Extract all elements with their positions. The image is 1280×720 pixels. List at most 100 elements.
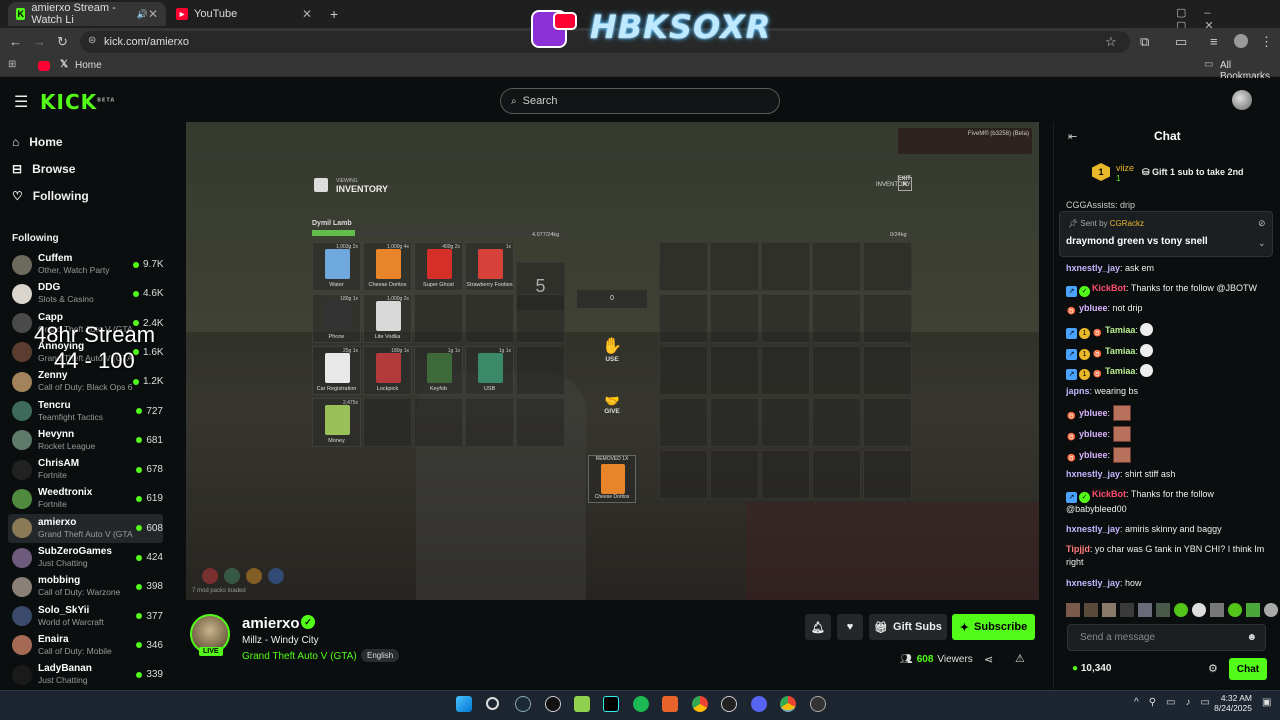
ground-slot[interactable] <box>710 294 759 343</box>
forward-icon[interactable]: → <box>33 34 46 49</box>
chat-username[interactable]: hxnestly_jay <box>1066 469 1120 479</box>
nav-browse[interactable]: ⊟ Browse <box>12 162 75 176</box>
inventory-slot[interactable]: 1,003g 2x Water <box>312 242 361 291</box>
emoji-icon[interactable]: ☻ <box>1246 632 1257 643</box>
ground-slot[interactable] <box>863 346 912 395</box>
empty-slot[interactable] <box>414 294 463 343</box>
emote-icon[interactable] <box>1264 603 1278 617</box>
inventory-slot[interactable]: 1g 1x Keyfob <box>414 346 463 395</box>
tab-youtube[interactable]: ▶ YouTube ✕ <box>168 2 320 26</box>
tiktok-icon[interactable] <box>603 696 619 712</box>
ground-slot[interactable] <box>761 242 810 291</box>
subscribe-button[interactable]: ✦ Subscribe <box>952 614 1035 640</box>
search-input[interactable]: ⌕ Search <box>500 88 780 114</box>
ground-slot[interactable] <box>812 294 861 343</box>
ground-slot[interactable] <box>710 242 759 291</box>
ground-slot[interactable] <box>659 294 708 343</box>
audio-icon[interactable]: 🔊 <box>137 9 148 20</box>
video-player[interactable]: FiveM® (b3258) (Beta) VIEWING INVENTORY … <box>186 122 1039 600</box>
chat-settings-icon[interactable]: ⚙ <box>1208 662 1218 675</box>
sidebar-channel[interactable]: Tencru Teamfight Tactics 727 <box>8 397 163 426</box>
empty-slot[interactable] <box>465 294 514 343</box>
empty-slot[interactable] <box>516 346 565 395</box>
ground-slot[interactable] <box>863 450 912 499</box>
channel-points[interactable]: ● 10,340 <box>1072 663 1111 674</box>
apps-icon[interactable]: ⊞ <box>8 59 16 70</box>
spotify-icon[interactable] <box>633 696 649 712</box>
emote-icon[interactable] <box>1138 603 1152 617</box>
kick-logo[interactable]: KICKBETA <box>40 90 115 114</box>
ground-slot[interactable] <box>710 450 759 499</box>
chat-username[interactable]: hxnestly_jay <box>1066 263 1120 273</box>
chat-username[interactable]: KickBot <box>1092 283 1126 293</box>
emote-icon[interactable] <box>1084 603 1098 617</box>
unpin-icon[interactable]: ⊘ <box>1258 218 1266 229</box>
chat-username[interactable]: KickBot <box>1092 489 1126 499</box>
emote-icon[interactable] <box>1156 603 1170 617</box>
ground-slot[interactable] <box>761 294 810 343</box>
notifications-icon[interactable]: ▣ <box>1262 697 1271 708</box>
chevron-down-icon[interactable]: ⌄ <box>1258 238 1266 249</box>
start-icon[interactable] <box>456 696 472 712</box>
sidebar-channel[interactable]: amierxo Grand Theft Auto V (GTA) 608 <box>8 513 163 543</box>
site-info-icon[interactable]: ⊜ <box>88 35 96 46</box>
app-icon[interactable] <box>574 696 590 712</box>
close-inventory-icon[interactable]: ✕ <box>898 177 912 191</box>
inventory-slot[interactable]: 25g 1x Car Registration <box>312 346 361 395</box>
chat-username[interactable]: Tamiaa <box>1105 366 1135 376</box>
emote-icon[interactable] <box>1192 603 1206 617</box>
tab-kick[interactable]: K amierxo Stream - Watch Li 🔊 ✕ <box>8 2 166 26</box>
inventory-slot[interactable]: 1x Strawberry Footies <box>465 242 514 291</box>
clock[interactable]: 4:32 AM 8/24/2025 <box>1208 693 1252 713</box>
ground-slot[interactable] <box>863 294 912 343</box>
gift-prompt[interactable]: ⛁ Gift 1 sub to take 2nd <box>1142 167 1244 178</box>
emote-icon[interactable] <box>1210 603 1224 617</box>
use-button[interactable]: ✋ USE <box>577 336 647 363</box>
emote-icon[interactable] <box>1228 603 1242 617</box>
chat-username[interactable]: hxnestly_jay <box>1066 524 1120 534</box>
chrome-icon[interactable] <box>692 696 708 712</box>
gift-subs-button[interactable]: 🎁︎ Gift Subs <box>869 614 947 640</box>
inventory-slot[interactable]: 180g 1x Phone <box>312 294 361 343</box>
ground-slot[interactable] <box>812 242 861 291</box>
media-icon[interactable]: ▭ <box>1175 34 1187 50</box>
bookmark-home[interactable]: Home <box>75 60 102 71</box>
empty-slot[interactable] <box>363 398 412 447</box>
ground-slot[interactable] <box>863 398 912 447</box>
emote-icon[interactable] <box>1120 603 1134 617</box>
reload-icon[interactable]: ↻ <box>57 34 68 50</box>
sidebar-channel[interactable]: Enaira Call of Duty: Mobile 346 <box>8 631 163 660</box>
extensions-icon[interactable]: ⧉ <box>1140 34 1149 50</box>
chat-username[interactable]: japns <box>1066 386 1090 396</box>
menu-icon[interactable]: ⋮ <box>1260 34 1273 50</box>
sidebar-channel[interactable]: mobbing Call of Duty: Warzone 398 <box>8 572 163 601</box>
empty-slot[interactable] <box>465 398 514 447</box>
close-tab-icon[interactable]: ✕ <box>302 7 312 21</box>
follow-button[interactable]: ♥ <box>837 614 863 640</box>
report-icon[interactable]: ⚠ <box>1015 652 1025 665</box>
notifications-button[interactable]: 🔔︎ <box>805 614 831 640</box>
ground-slot[interactable] <box>761 450 810 499</box>
emote-icon[interactable] <box>1174 603 1188 617</box>
search-icon[interactable] <box>486 697 499 710</box>
user-avatar[interactable] <box>1232 90 1252 110</box>
pinned-message[interactable]: 📌︎ Sent by CGRackz draymond green vs ton… <box>1059 211 1273 257</box>
give-button[interactable]: 🤝 GIVE <box>577 394 647 415</box>
send-chat-button[interactable]: Chat <box>1229 658 1267 680</box>
app-icon[interactable] <box>662 696 678 712</box>
profile-icon[interactable] <box>1234 34 1248 48</box>
gifter-name[interactable]: viize <box>1116 163 1134 173</box>
collapse-chat-icon[interactable]: ⇤ <box>1068 130 1077 143</box>
sidebar-channel[interactable]: Weedtronix Fortnite 619 <box>8 484 163 513</box>
sidebar-channel[interactable]: SubZeroGames Just Chatting 424 <box>8 543 163 572</box>
chat-input[interactable]: Send a message ☻ <box>1067 624 1266 651</box>
capcut-icon[interactable] <box>721 696 737 712</box>
sidebar-channel[interactable]: Solo_SkYii World of Warcraft 377 <box>8 602 163 631</box>
inventory-slot[interactable]: 1,000g 4x Cheese Doritos <box>363 242 412 291</box>
emote-icon[interactable] <box>1102 603 1116 617</box>
inventory-slot[interactable]: 1,000g 2x Lite Vodka <box>363 294 412 343</box>
ground-slot[interactable] <box>710 398 759 447</box>
star-icon[interactable]: ☆ <box>1105 34 1117 50</box>
ground-slot[interactable] <box>812 398 861 447</box>
app-icon[interactable] <box>810 696 826 712</box>
